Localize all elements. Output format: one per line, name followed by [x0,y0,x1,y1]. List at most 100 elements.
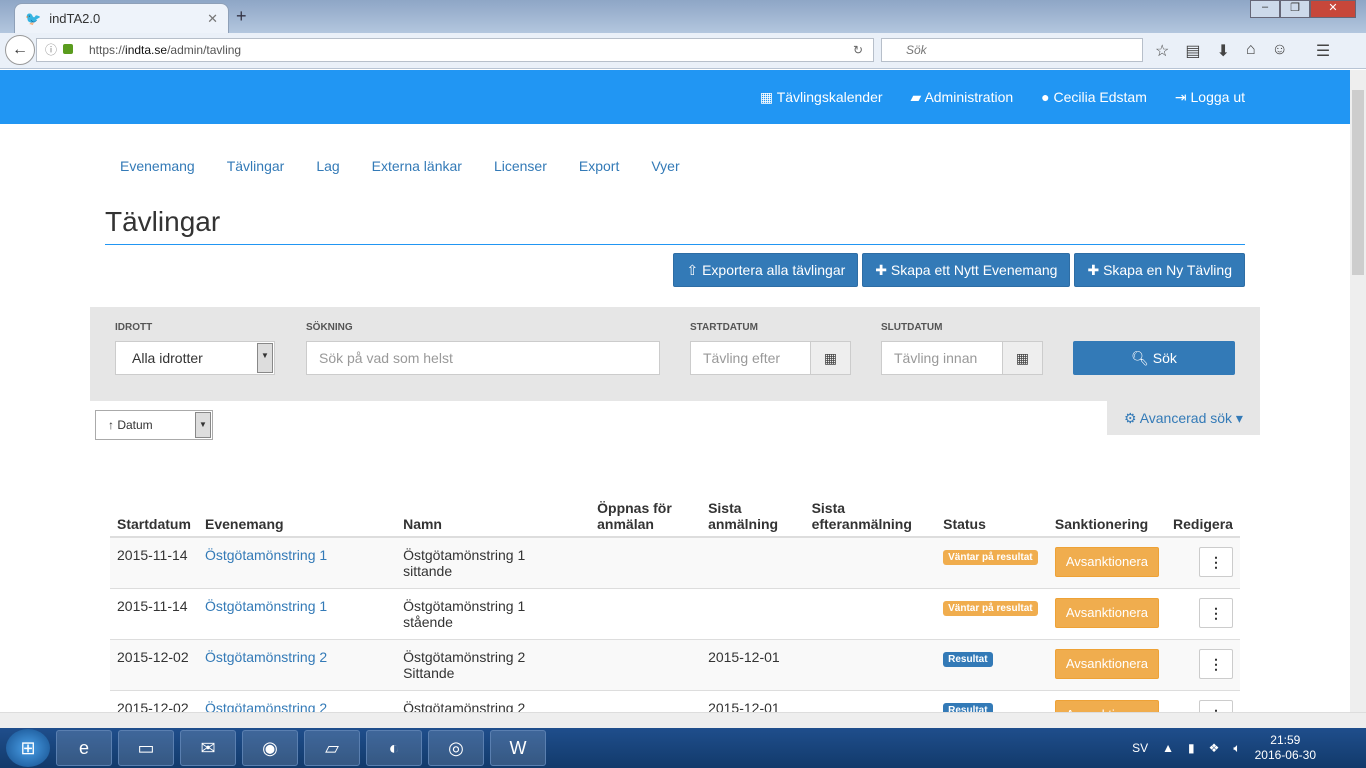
table-row: 2015-12-02 Östgötamönstring 2 Östgötamön… [110,639,1240,691]
download-icon[interactable]: ⬇ [1216,41,1229,61]
chevron-down-icon: ▼ [195,412,211,438]
explorer-icon[interactable]: ▭ [118,730,174,766]
reload-icon[interactable]: ↻ [853,39,863,61]
subnav-evenemang[interactable]: Evenemang [120,158,195,174]
column-header: Redigera [1166,485,1240,538]
close-tab-icon[interactable]: ✕ [207,11,218,27]
nav-user[interactable]: ● Cecilia Edstam [1041,89,1147,105]
volume-icon[interactable]: 🔈︎ [1233,741,1240,756]
nav-administration[interactable]: ▰ Administration [911,89,1014,106]
bookmark-star-icon[interactable]: ☆ [1155,41,1169,61]
back-icon[interactable]: ← [5,35,35,65]
search-button[interactable]: 🔍︎ Sök [1073,341,1235,375]
minimize-icon[interactable]: – [1250,0,1280,18]
horizontal-scrollbar[interactable] [0,712,1366,728]
unsanction-button[interactable]: Avsanktionera [1054,649,1160,679]
more-options-icon[interactable]: ⋮ [1199,649,1233,679]
sticky-notes-icon[interactable]: ▱ [304,730,360,766]
event-link[interactable]: Östgötamönstring 2 [205,700,327,712]
time: 21:59 [1270,733,1301,747]
search-input[interactable]: Sök på vad som helst [306,341,660,375]
sort-select[interactable]: ↑ Datum ▼ [95,410,213,440]
last-registration [701,588,805,640]
tab-bar: 🐦 indTA2.0 ✕ + – ❐ ✕ [0,0,1366,33]
ie-icon[interactable]: e [56,730,112,766]
more-options-icon[interactable]: ⋮ [1199,547,1233,577]
subnav-licenser[interactable]: Licenser [494,158,547,174]
calendar-icon[interactable]: ▦ [810,342,850,374]
subnav-externa-lankar[interactable]: Externa länkar [372,158,462,174]
last-registration: 2015-12-01 [701,639,805,691]
menu-icon[interactable]: ☰ [1316,41,1330,61]
start-date-input[interactable]: Tävling efter ▦ [690,341,851,375]
clock[interactable]: 21:59 2016-06-30 [1255,733,1316,763]
event-link[interactable]: Östgötamönstring 1 [205,598,327,614]
subnav-vyer[interactable]: Vyer [651,158,679,174]
sort-value: ↑ Datum [108,418,153,432]
battery-icon[interactable]: ▮ [1188,741,1195,755]
more-options-icon[interactable]: ⋮ [1199,598,1233,628]
event-link[interactable]: Östgötamönstring 2 [205,649,327,665]
subnav-export[interactable]: Export [579,158,619,174]
url-bar[interactable]: ⓘ https://indta.se/admin/tavling ↻ [36,38,874,62]
page: ▦ Tävlingskalender ▰ Administration ● Ce… [0,70,1350,712]
tab-title: indTA2.0 [49,11,101,26]
column-header: Namn [396,485,591,538]
event-link[interactable]: Östgötamönstring 1 [205,547,327,563]
button-label: Skapa en Ny Tävling [1103,262,1232,278]
firefox-icon[interactable]: ◉ [242,730,298,766]
word-icon[interactable]: W [490,730,546,766]
unsanction-button[interactable]: Avsanktionera [1054,598,1160,628]
column-header: Startdatum [110,485,198,538]
reading-list-icon[interactable]: ▤ [1185,41,1200,61]
late-registration [804,690,937,712]
filter-panel: IDROTT Alla idrotter ▼ SÖKNING Sök på vad… [90,307,1260,401]
sport-select[interactable]: Alla idrotter ▼ [115,341,275,375]
start-button[interactable]: ⊞ [6,729,50,767]
home-icon[interactable]: ⌂ [1246,41,1256,61]
outlook-icon[interactable]: ✉ [180,730,236,766]
chevron-down-icon: ▼ [257,343,273,373]
tray-arrow-icon[interactable]: ▲ [1162,741,1174,755]
unsanction-button[interactable]: Avsanktionera [1054,547,1160,577]
scroll-thumb[interactable] [1352,90,1364,275]
vertical-scrollbar[interactable] [1350,70,1366,712]
start-date: 2015-11-14 [110,536,198,589]
nav-bar: ← ⓘ https://indta.se/admin/tavling ↻ Sök ☆… [0,33,1366,69]
start-date-label: STARTDATUM [690,322,758,333]
maximize-icon[interactable]: ❐ [1280,0,1310,18]
nav-logout[interactable]: ⇥ Logga ut [1175,89,1245,106]
column-header: Sista efteranmälning [804,485,937,538]
subnav-lag[interactable]: Lag [316,158,339,174]
button-label: Skapa ett Nytt Evenemang [890,262,1058,278]
info-icon: ⓘ [45,43,58,57]
nav-calendar[interactable]: ▦ Tävlingskalender [760,89,883,106]
date: 2016-06-30 [1254,748,1316,762]
dropbox-icon[interactable]: ❖ [1209,741,1220,755]
close-window-icon[interactable]: ✕ [1310,0,1356,18]
opens-date [590,588,702,640]
start-date: 2015-12-02 [110,639,198,691]
sport-label: IDROTT [115,322,153,333]
export-button[interactable]: ⇧ Exportera alla tävlingar [673,253,859,287]
more-options-icon[interactable]: ⋮ [1199,700,1233,712]
new-event-button[interactable]: ✚ Skapa ett Nytt Evenemang [862,253,1071,287]
advanced-search-toggle[interactable]: ⚙ Avancerad sök ▾ [1107,401,1260,435]
smiley-icon[interactable]: ☺ [1272,41,1288,61]
end-date-input[interactable]: Tävling innan ▦ [881,341,1043,375]
app-icon[interactable]: ◐ [366,730,422,766]
spotify-icon[interactable]: ◎ [428,730,484,766]
new-competition-button[interactable]: ✚ Skapa en Ny Tävling [1074,253,1245,287]
browser-tab[interactable]: 🐦 indTA2.0 ✕ [14,3,229,33]
calendar-icon[interactable]: ▦ [1002,342,1042,374]
nav-label: Logga ut [1190,88,1246,105]
competitions-table: Startdatum Evenemang Namn Öppnas för anmäla… [110,485,1240,712]
unsanction-button[interactable]: Avsanktionera [1054,700,1160,712]
nav-label: Cecilia Edstam [1053,89,1147,105]
language-indicator[interactable]: SV [1132,741,1148,755]
advanced-label: Avancerad sök [1139,410,1233,426]
browser-search[interactable]: Sök [881,38,1143,62]
new-tab-icon[interactable]: + [236,6,247,27]
table-row: 2015-11-14 Östgötamönstring 1 Östgötamön… [110,536,1240,589]
subnav-tavlingar[interactable]: Tävlingar [227,158,285,174]
